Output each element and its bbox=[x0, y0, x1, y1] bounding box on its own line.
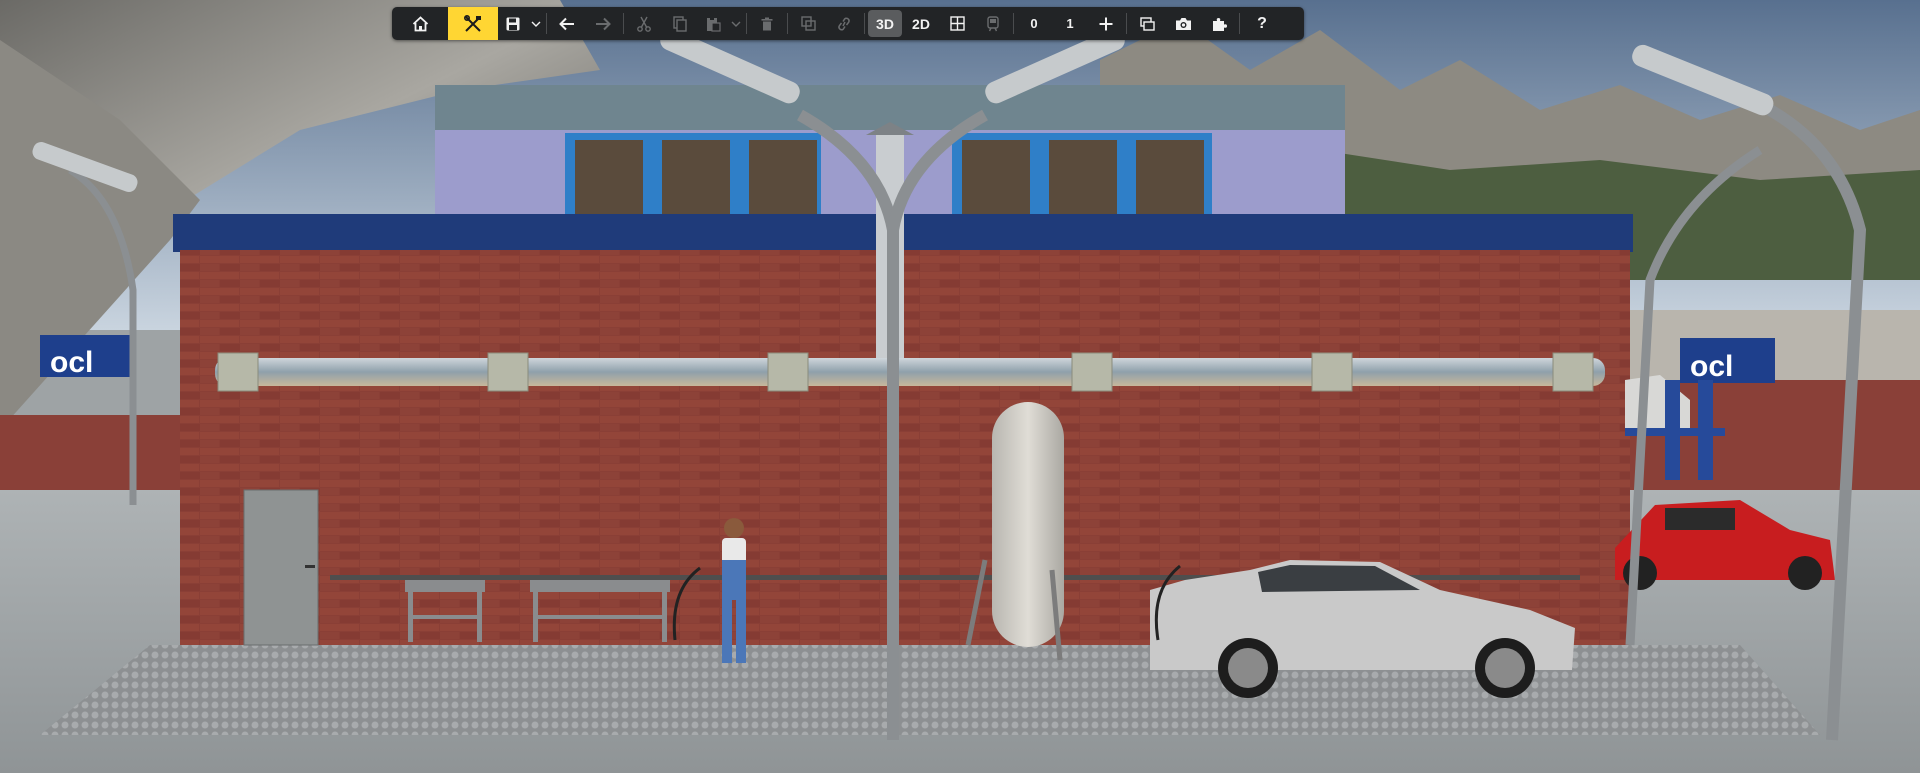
cut-button[interactable] bbox=[626, 7, 662, 40]
svg-text:ocl: ocl bbox=[50, 346, 93, 379]
chevron-down-icon bbox=[531, 21, 541, 27]
layer-min-value[interactable]: 0 bbox=[1016, 7, 1052, 40]
link-button[interactable] bbox=[826, 7, 862, 40]
toolbar-divider bbox=[746, 13, 747, 34]
screenshot-button[interactable] bbox=[1165, 7, 1201, 40]
help-button[interactable]: ? bbox=[1242, 7, 1282, 40]
train-icon bbox=[987, 15, 999, 32]
3d-viewport[interactable]: ocl ocl bbox=[0, 0, 1920, 773]
grid-icon bbox=[949, 16, 965, 31]
window-button[interactable] bbox=[1129, 7, 1165, 40]
grid-toggle[interactable] bbox=[939, 7, 975, 40]
toolbar-divider bbox=[1239, 13, 1240, 34]
arrow-right-icon bbox=[595, 17, 611, 31]
redo-button[interactable] bbox=[585, 7, 621, 40]
view-3d-toggle[interactable]: 3D bbox=[868, 10, 902, 37]
add-button[interactable] bbox=[1088, 7, 1124, 40]
puzzle-icon bbox=[1211, 16, 1227, 32]
copy-button[interactable] bbox=[662, 7, 698, 40]
toolbar-divider bbox=[546, 13, 547, 34]
group-button[interactable] bbox=[790, 7, 826, 40]
home-icon bbox=[412, 15, 429, 32]
svg-text:ocl: ocl bbox=[1690, 350, 1733, 383]
copy-icon bbox=[673, 15, 687, 32]
plus-icon bbox=[1099, 17, 1113, 31]
save-button[interactable] bbox=[498, 7, 528, 40]
toolbar-divider bbox=[1126, 13, 1127, 34]
scissors-icon bbox=[637, 16, 651, 32]
toolbar-divider bbox=[864, 13, 865, 34]
paste-button[interactable] bbox=[698, 7, 728, 40]
camera-icon bbox=[1175, 17, 1192, 31]
arrow-left-icon bbox=[559, 17, 575, 31]
trash-icon bbox=[761, 17, 773, 31]
train-view-button[interactable] bbox=[975, 7, 1011, 40]
save-options-dropdown[interactable] bbox=[528, 7, 544, 40]
group-icon bbox=[800, 16, 816, 31]
paste-options-dropdown[interactable] bbox=[728, 7, 744, 40]
edit-mode-button[interactable] bbox=[448, 7, 498, 40]
toolbar-divider bbox=[787, 13, 788, 34]
chevron-down-icon bbox=[731, 21, 741, 27]
paste-icon bbox=[706, 16, 721, 32]
delete-button[interactable] bbox=[749, 7, 785, 40]
plugins-button[interactable] bbox=[1201, 7, 1237, 40]
view-2d-toggle[interactable]: 2D bbox=[903, 7, 939, 40]
undo-button[interactable] bbox=[549, 7, 585, 40]
toolbar-divider bbox=[623, 13, 624, 34]
main-toolbar: 3D 2D 0 1 ? bbox=[392, 7, 1304, 40]
ventilation-duct bbox=[215, 358, 1605, 386]
link-icon bbox=[836, 16, 852, 31]
home-button[interactable] bbox=[392, 7, 448, 40]
toolbar-divider bbox=[1013, 13, 1014, 34]
layer-max-value[interactable]: 1 bbox=[1052, 7, 1088, 40]
save-icon bbox=[506, 17, 520, 31]
tools-icon bbox=[464, 14, 482, 33]
window-icon bbox=[1139, 16, 1155, 31]
